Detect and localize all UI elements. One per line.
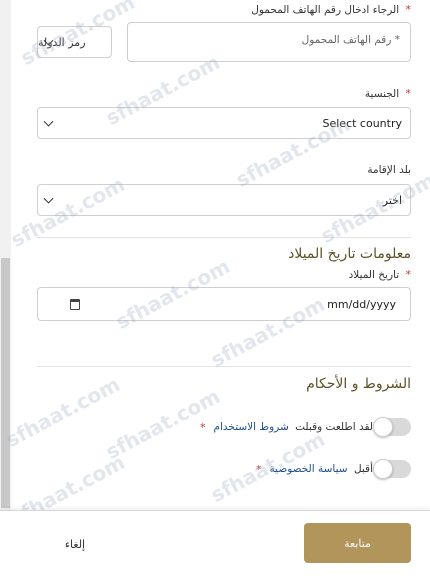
privacy-link[interactable]: سياسة الخصوصية bbox=[270, 463, 348, 475]
cancel-button[interactable]: إلغاء bbox=[50, 533, 100, 555]
privacy-toggle[interactable] bbox=[373, 459, 411, 479]
privacy-toggle-row: أقبل سياسة الخصوصية * bbox=[253, 459, 411, 479]
nationality-select[interactable]: Select country bbox=[37, 107, 411, 139]
privacy-text: أقبل سياسة الخصوصية bbox=[269, 463, 373, 475]
scrollbar-track[interactable] bbox=[0, 0, 11, 576]
toggle-knob bbox=[373, 417, 393, 437]
section-divider bbox=[37, 237, 411, 238]
birth-date-input[interactable]: mm/dd/yyyy bbox=[37, 287, 411, 321]
terms-section-title: الشروط و الأحكام bbox=[306, 376, 411, 392]
chevron-down-icon bbox=[43, 193, 54, 204]
nationality-label: * الجنسية bbox=[364, 87, 411, 100]
phone-row: رمز الدولة * رقم الهاتف المحمول bbox=[37, 22, 411, 62]
scrollbar-thumb[interactable] bbox=[1, 258, 10, 508]
terms-toggle[interactable] bbox=[373, 417, 411, 437]
birth-date-label: * تاريخ الميلاد bbox=[348, 268, 411, 281]
terms-toggle-row: لقد اطلعت وقبلت شروط الاستخدام * bbox=[197, 417, 411, 437]
phone-required-mark: * bbox=[405, 3, 412, 16]
phone-label: * الرجاء ادخال رقم الهاتف المحمول bbox=[251, 3, 411, 16]
phone-input[interactable]: * رقم الهاتف المحمول bbox=[127, 22, 411, 62]
continue-button[interactable]: متابعة bbox=[304, 523, 411, 563]
watermark: sfhaat.com bbox=[1, 371, 124, 453]
chevron-down-icon bbox=[43, 116, 54, 127]
birth-section-title: معلومات تاريخ الميلاد bbox=[288, 246, 411, 262]
terms-text: لقد اطلعت وقبلت شروط الاستخدام bbox=[213, 421, 373, 433]
section-divider bbox=[37, 366, 411, 367]
toggle-knob bbox=[373, 459, 393, 479]
calendar-icon[interactable] bbox=[70, 299, 80, 310]
terms-link[interactable]: شروط الاستخدام bbox=[213, 421, 288, 433]
residence-select[interactable]: اختر bbox=[37, 184, 411, 216]
form-footer: متابعة إلغاء bbox=[0, 510, 430, 576]
residence-label: بلد الإقامة bbox=[367, 164, 411, 176]
country-code-select[interactable]: رمز الدولة bbox=[37, 26, 112, 58]
